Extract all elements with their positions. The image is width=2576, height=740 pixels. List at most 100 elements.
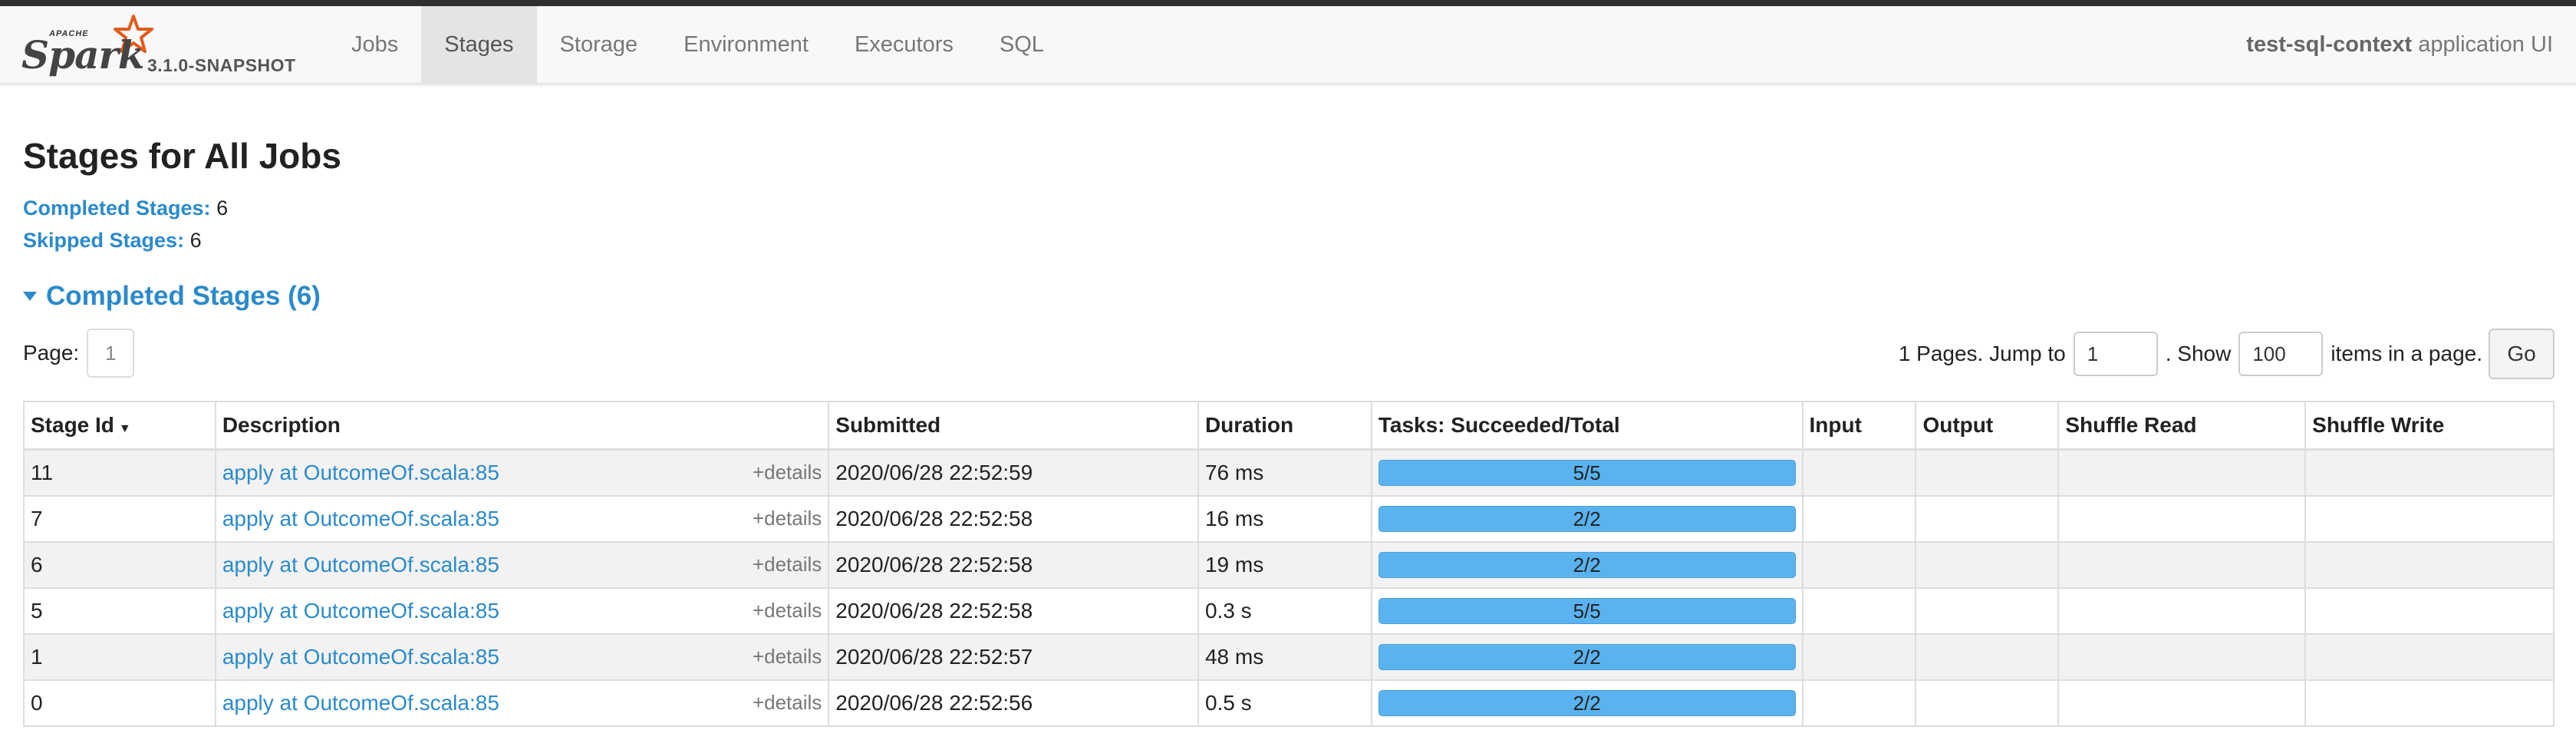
shuffle-write-cell bbox=[2304, 587, 2555, 635]
table-header-row: Stage Id ▼ Description Submitted Duration… bbox=[23, 401, 2555, 451]
stage-description-link[interactable]: apply at OutcomeOf.scala:85 bbox=[222, 461, 499, 484]
pages-text: 1 Pages. Jump to bbox=[1898, 342, 2066, 365]
nav-sql[interactable]: SQL bbox=[977, 6, 1067, 83]
output-cell bbox=[1915, 587, 2060, 635]
stage-description-link[interactable]: apply at OutcomeOf.scala:85 bbox=[222, 691, 499, 715]
go-button[interactable]: Go bbox=[2489, 329, 2555, 379]
details-toggle[interactable]: +details bbox=[753, 645, 822, 669]
details-toggle[interactable]: +details bbox=[753, 461, 822, 484]
items-text: items in a page. bbox=[2331, 342, 2482, 365]
triangle-down-icon bbox=[23, 292, 37, 301]
nav-environment[interactable]: Environment bbox=[660, 6, 832, 83]
skipped-stages-summary: Skipped Stages: 6 bbox=[23, 229, 202, 253]
shuffle-write-cell bbox=[2304, 633, 2555, 681]
completed-stages-toggle[interactable]: Completed Stages (6) bbox=[23, 281, 321, 312]
nav-executors[interactable]: Executors bbox=[832, 6, 977, 83]
tasks-progress-bar: 2/2 bbox=[1378, 644, 1796, 670]
description-cell: apply at OutcomeOf.scala:85 +details bbox=[214, 541, 830, 589]
tasks-progress-bar: 5/5 bbox=[1378, 460, 1796, 486]
app-suffix: application UI bbox=[2418, 32, 2553, 57]
shuffle-read-cell bbox=[2057, 541, 2307, 589]
nav-jobs[interactable]: Jobs bbox=[328, 6, 421, 83]
pager-right: 1 Pages. Jump to . Show items in a page.… bbox=[1899, 329, 2555, 379]
output-cell bbox=[1915, 541, 2060, 589]
col-stage-id[interactable]: Stage Id ▼ bbox=[23, 401, 216, 451]
table-row: 7 apply at OutcomeOf.scala:85 +details 2020… bbox=[23, 495, 2555, 543]
page-size-input[interactable] bbox=[2238, 332, 2324, 376]
col-input[interactable]: Input bbox=[1801, 401, 1917, 451]
sort-desc-icon: ▼ bbox=[118, 422, 131, 435]
stage-description-link[interactable]: apply at OutcomeOf.scala:85 bbox=[222, 645, 499, 669]
navbar: APACHE Spark 3.1.0-SNAPSHOT Jobs Stages … bbox=[0, 6, 2576, 84]
stage-id-cell: 1 bbox=[23, 633, 216, 681]
col-output[interactable]: Output bbox=[1915, 401, 2060, 451]
page-1-link[interactable]: 1 bbox=[87, 329, 135, 378]
nav-storage[interactable]: Storage bbox=[537, 6, 661, 83]
tasks-progress-label: 2/2 bbox=[1573, 692, 1601, 715]
tasks-cell: 2/2 bbox=[1370, 495, 1804, 543]
description-cell: apply at OutcomeOf.scala:85 +details bbox=[214, 448, 830, 497]
app-title: test-sql-context application UI bbox=[2246, 6, 2553, 83]
duration-cell: 48 ms bbox=[1197, 633, 1372, 681]
stage-id-cell: 6 bbox=[23, 541, 216, 589]
submitted-cell: 2020/06/28 22:52:58 bbox=[828, 495, 1199, 543]
shuffle-read-cell bbox=[2057, 448, 2307, 497]
duration-cell: 16 ms bbox=[1197, 495, 1372, 543]
stage-description-link[interactable]: apply at OutcomeOf.scala:85 bbox=[222, 599, 499, 623]
tasks-progress-label: 5/5 bbox=[1573, 600, 1601, 623]
top-dark-bar bbox=[0, 0, 2576, 6]
main-nav: Jobs Stages Storage Environment Executor… bbox=[328, 6, 1067, 83]
submitted-cell: 2020/06/28 22:52:56 bbox=[828, 679, 1199, 727]
jump-to-page-input[interactable] bbox=[2073, 332, 2158, 376]
col-tasks[interactable]: Tasks: Succeeded/Total bbox=[1370, 401, 1804, 451]
show-text: . Show bbox=[2165, 342, 2232, 365]
completed-stages-link[interactable]: Completed Stages: bbox=[23, 197, 211, 220]
duration-cell: 0.5 s bbox=[1197, 679, 1372, 727]
submitted-cell: 2020/06/28 22:52:58 bbox=[828, 587, 1199, 635]
col-duration[interactable]: Duration bbox=[1197, 401, 1372, 451]
details-toggle[interactable]: +details bbox=[753, 507, 822, 530]
stage-id-cell: 7 bbox=[23, 495, 216, 543]
submitted-cell: 2020/06/28 22:52:58 bbox=[828, 541, 1199, 589]
details-toggle[interactable]: +details bbox=[753, 599, 822, 623]
stage-description-link[interactable]: apply at OutcomeOf.scala:85 bbox=[222, 507, 499, 530]
description-cell: apply at OutcomeOf.scala:85 +details bbox=[214, 587, 830, 635]
col-description[interactable]: Description bbox=[214, 401, 830, 451]
description-cell: apply at OutcomeOf.scala:85 +details bbox=[214, 633, 830, 681]
shuffle-write-cell bbox=[2304, 541, 2555, 589]
pager-left: Page: 1 bbox=[23, 329, 135, 378]
duration-cell: 76 ms bbox=[1197, 448, 1372, 497]
input-cell bbox=[1801, 541, 1917, 589]
col-shuffle-read[interactable]: Shuffle Read bbox=[2057, 401, 2307, 451]
tasks-progress-bar: 5/5 bbox=[1378, 598, 1796, 624]
col-shuffle-write[interactable]: Shuffle Write bbox=[2304, 401, 2555, 451]
input-cell bbox=[1801, 679, 1917, 727]
output-cell bbox=[1915, 633, 2060, 681]
shuffle-read-cell bbox=[2057, 495, 2307, 543]
tasks-cell: 2/2 bbox=[1370, 633, 1804, 681]
col-submitted[interactable]: Submitted bbox=[828, 401, 1199, 451]
output-cell bbox=[1915, 495, 2060, 543]
submitted-cell: 2020/06/28 22:52:57 bbox=[828, 633, 1199, 681]
description-cell: apply at OutcomeOf.scala:85 +details bbox=[214, 495, 830, 543]
tasks-cell: 2/2 bbox=[1370, 541, 1804, 589]
page-label: Page: bbox=[23, 341, 80, 365]
duration-cell: 0.3 s bbox=[1197, 587, 1372, 635]
input-cell bbox=[1801, 495, 1917, 543]
tasks-progress-label: 2/2 bbox=[1573, 646, 1601, 669]
shuffle-write-cell bbox=[2304, 448, 2555, 497]
tasks-cell: 5/5 bbox=[1370, 587, 1804, 635]
stage-id-cell: 5 bbox=[23, 587, 216, 635]
skipped-stages-link[interactable]: Skipped Stages: bbox=[23, 229, 184, 252]
table-row: 11 apply at OutcomeOf.scala:85 +details 202… bbox=[23, 448, 2555, 497]
table-row: 5 apply at OutcomeOf.scala:85 +details 2020… bbox=[23, 587, 2555, 635]
shuffle-write-cell bbox=[2304, 679, 2555, 727]
stage-description-link[interactable]: apply at OutcomeOf.scala:85 bbox=[222, 553, 499, 576]
skipped-stages-count: 6 bbox=[189, 229, 202, 252]
version-label: 3.1.0-SNAPSHOT bbox=[147, 55, 296, 75]
spark-logo[interactable]: APACHE Spark 3.1.0-SNAPSHOT bbox=[21, 12, 313, 78]
details-toggle[interactable]: +details bbox=[753, 553, 822, 576]
output-cell bbox=[1915, 679, 2060, 727]
details-toggle[interactable]: +details bbox=[753, 691, 822, 715]
nav-stages[interactable]: Stages bbox=[421, 6, 537, 83]
